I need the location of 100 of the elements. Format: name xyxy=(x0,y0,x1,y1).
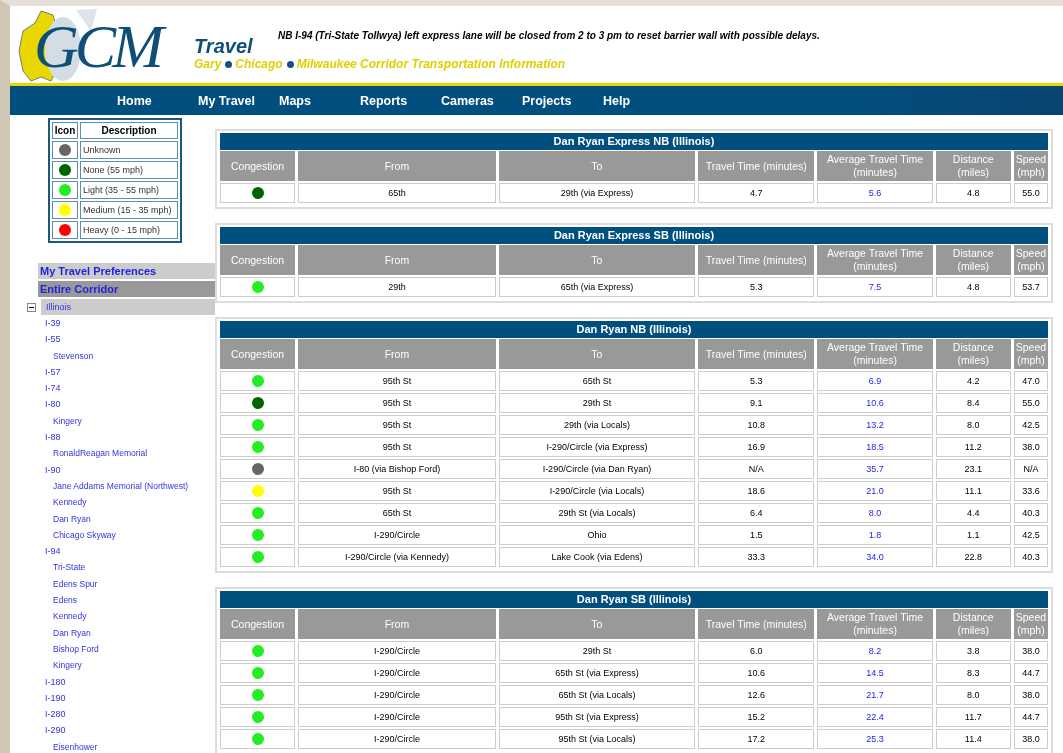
tree-item[interactable]: Bishop Ford xyxy=(10,640,99,658)
column-header: To xyxy=(498,339,696,369)
table-cell: 42.5 xyxy=(1013,525,1048,545)
table-cell: N/A xyxy=(698,459,815,479)
tree-item[interactable]: I-190 xyxy=(10,689,66,707)
table-cell: 55.0 xyxy=(1013,183,1048,203)
average-link[interactable]: 7.5 xyxy=(868,282,882,292)
average-link[interactable]: 13.2 xyxy=(866,420,884,430)
table-cell: 95th St (via Locals) xyxy=(498,729,696,749)
table-cell: I-290/Circle xyxy=(298,729,496,749)
table-cell: 38.0 xyxy=(1013,641,1048,661)
tree-item[interactable]: I-39 xyxy=(10,315,61,332)
tree-item[interactable]: RonaldReagan Memorial xyxy=(10,445,148,462)
average-link[interactable]: 22.4 xyxy=(866,712,884,722)
nav-link[interactable]: Help xyxy=(603,93,684,108)
tree-item[interactable]: Kingery xyxy=(10,412,82,430)
table-title: Dan Ryan Express SB (Illinois) xyxy=(220,227,1048,244)
tree-item[interactable]: Eisenhower xyxy=(10,738,98,753)
table-title: Dan Ryan Express NB (Illinois) xyxy=(220,133,1048,150)
column-header: Average Travel Time (minutes) xyxy=(817,151,933,181)
tree-item[interactable]: I-57 xyxy=(10,363,61,381)
nav-link[interactable]: Home xyxy=(117,93,198,108)
table-cell: 65th xyxy=(298,183,496,203)
average-link[interactable]: 5.6 xyxy=(868,188,882,198)
column-header: Congestion xyxy=(220,339,296,369)
column-header: From xyxy=(298,151,496,181)
tree-item[interactable]: I-55 xyxy=(10,331,61,348)
column-header: Distance (miles) xyxy=(935,339,1011,369)
table-cell: 33.6 xyxy=(1013,481,1048,501)
average-link[interactable]: 1.8 xyxy=(868,530,882,540)
tree-item[interactable]: I-88 xyxy=(10,429,61,446)
average-link[interactable]: 34.0 xyxy=(866,552,884,562)
nav-link[interactable]: My Travel xyxy=(198,93,279,108)
legend-label: Unknown xyxy=(80,141,178,159)
tree-item[interactable]: Edens Spur xyxy=(10,575,98,593)
tree-item[interactable]: I-180 xyxy=(10,673,66,690)
average-link[interactable]: 10.6 xyxy=(866,398,884,408)
tree-item[interactable]: Kingery xyxy=(10,657,82,674)
column-header: Average Travel Time (minutes) xyxy=(817,609,933,639)
average-link[interactable]: 8.0 xyxy=(868,508,882,518)
tree-item[interactable]: I-94 xyxy=(10,543,61,560)
table-cell: I-80 (via Bishop Ford) xyxy=(298,459,496,479)
nav-link[interactable]: Reports xyxy=(360,93,441,108)
tree-item[interactable]: Jane Addams Memorial (Northwest) xyxy=(10,477,189,495)
average-link[interactable]: 8.2 xyxy=(868,646,882,656)
collapse-icon[interactable] xyxy=(27,302,36,312)
table-cell: 95th St xyxy=(298,415,496,435)
table-cell: 47.0 xyxy=(1013,371,1048,391)
nav-link[interactable]: Cameras xyxy=(441,93,522,108)
legend-label: Heavy (0 - 15 mph) xyxy=(80,221,178,239)
tree-item[interactable]: Dan Ryan xyxy=(10,624,91,641)
table-cell: 5.3 xyxy=(698,277,815,297)
table-cell: I-290/Circle xyxy=(298,525,496,545)
table-cell: 95th St xyxy=(298,481,496,501)
table-cell: 11.4 xyxy=(935,729,1011,749)
bullet-icon xyxy=(286,60,294,68)
average-link[interactable]: 35.7 xyxy=(866,464,884,474)
table-cell: 38.0 xyxy=(1013,685,1048,705)
tree-item[interactable]: I-280 xyxy=(10,706,66,723)
average-link[interactable]: 6.9 xyxy=(868,376,882,386)
tree-item[interactable]: Kennedy xyxy=(10,608,87,625)
nav-link[interactable]: Maps xyxy=(279,93,360,108)
tree-item[interactable]: I-74 xyxy=(10,380,61,397)
tree-item[interactable]: Chicago Skyway xyxy=(10,526,116,544)
tree-item[interactable]: Dan Ryan xyxy=(10,510,91,527)
average-link[interactable]: 14.5 xyxy=(866,668,884,678)
table-cell: 65th St (via Locals) xyxy=(498,685,696,705)
table-cell: 95th St xyxy=(298,393,496,413)
table-cell: 22.8 xyxy=(935,547,1011,567)
tree-item[interactable]: Kennedy xyxy=(10,494,87,511)
average-link[interactable]: 25.3 xyxy=(866,734,884,744)
table-cell: 29th St xyxy=(498,393,696,413)
tree-item[interactable]: Edens xyxy=(10,592,78,609)
table-cell: 42.5 xyxy=(1013,415,1048,435)
tree-item[interactable]: I-90 xyxy=(10,461,61,478)
table-cell: 95th St (via Express) xyxy=(498,707,696,727)
column-header: From xyxy=(298,245,496,275)
column-header: Speed (mph) xyxy=(1013,151,1048,181)
table-cell: 29th St xyxy=(498,641,696,661)
tree-item[interactable]: Illinois xyxy=(41,299,215,315)
menu-item[interactable]: My Travel Preferences xyxy=(38,263,215,279)
tree-item[interactable]: I-80 xyxy=(10,396,61,413)
table-cell: 29th (via Locals) xyxy=(498,415,696,435)
average-link[interactable]: 21.0 xyxy=(866,486,884,496)
column-header: Travel Time (minutes) xyxy=(698,609,815,639)
average-link[interactable]: 18.5 xyxy=(866,442,884,452)
average-link[interactable]: 21.7 xyxy=(866,690,884,700)
table-cell: 40.3 xyxy=(1013,547,1048,567)
nav-link[interactable]: Projects xyxy=(522,93,603,108)
tree-item[interactable]: I-290 xyxy=(10,722,66,739)
table-cell: I-290/Circle (via Express) xyxy=(498,437,696,457)
column-header: To xyxy=(498,245,696,275)
table-cell: 29th xyxy=(298,277,496,297)
table-cell: 10.6 xyxy=(698,663,815,683)
tree-item[interactable]: Tri-State xyxy=(10,559,86,576)
table-cell: 8.0 xyxy=(935,685,1011,705)
tree-item[interactable]: Stevenson xyxy=(10,347,94,364)
table-cell: 3.8 xyxy=(935,641,1011,661)
table-cell: N/A xyxy=(1013,459,1048,479)
table-cell: 11.7 xyxy=(935,707,1011,727)
